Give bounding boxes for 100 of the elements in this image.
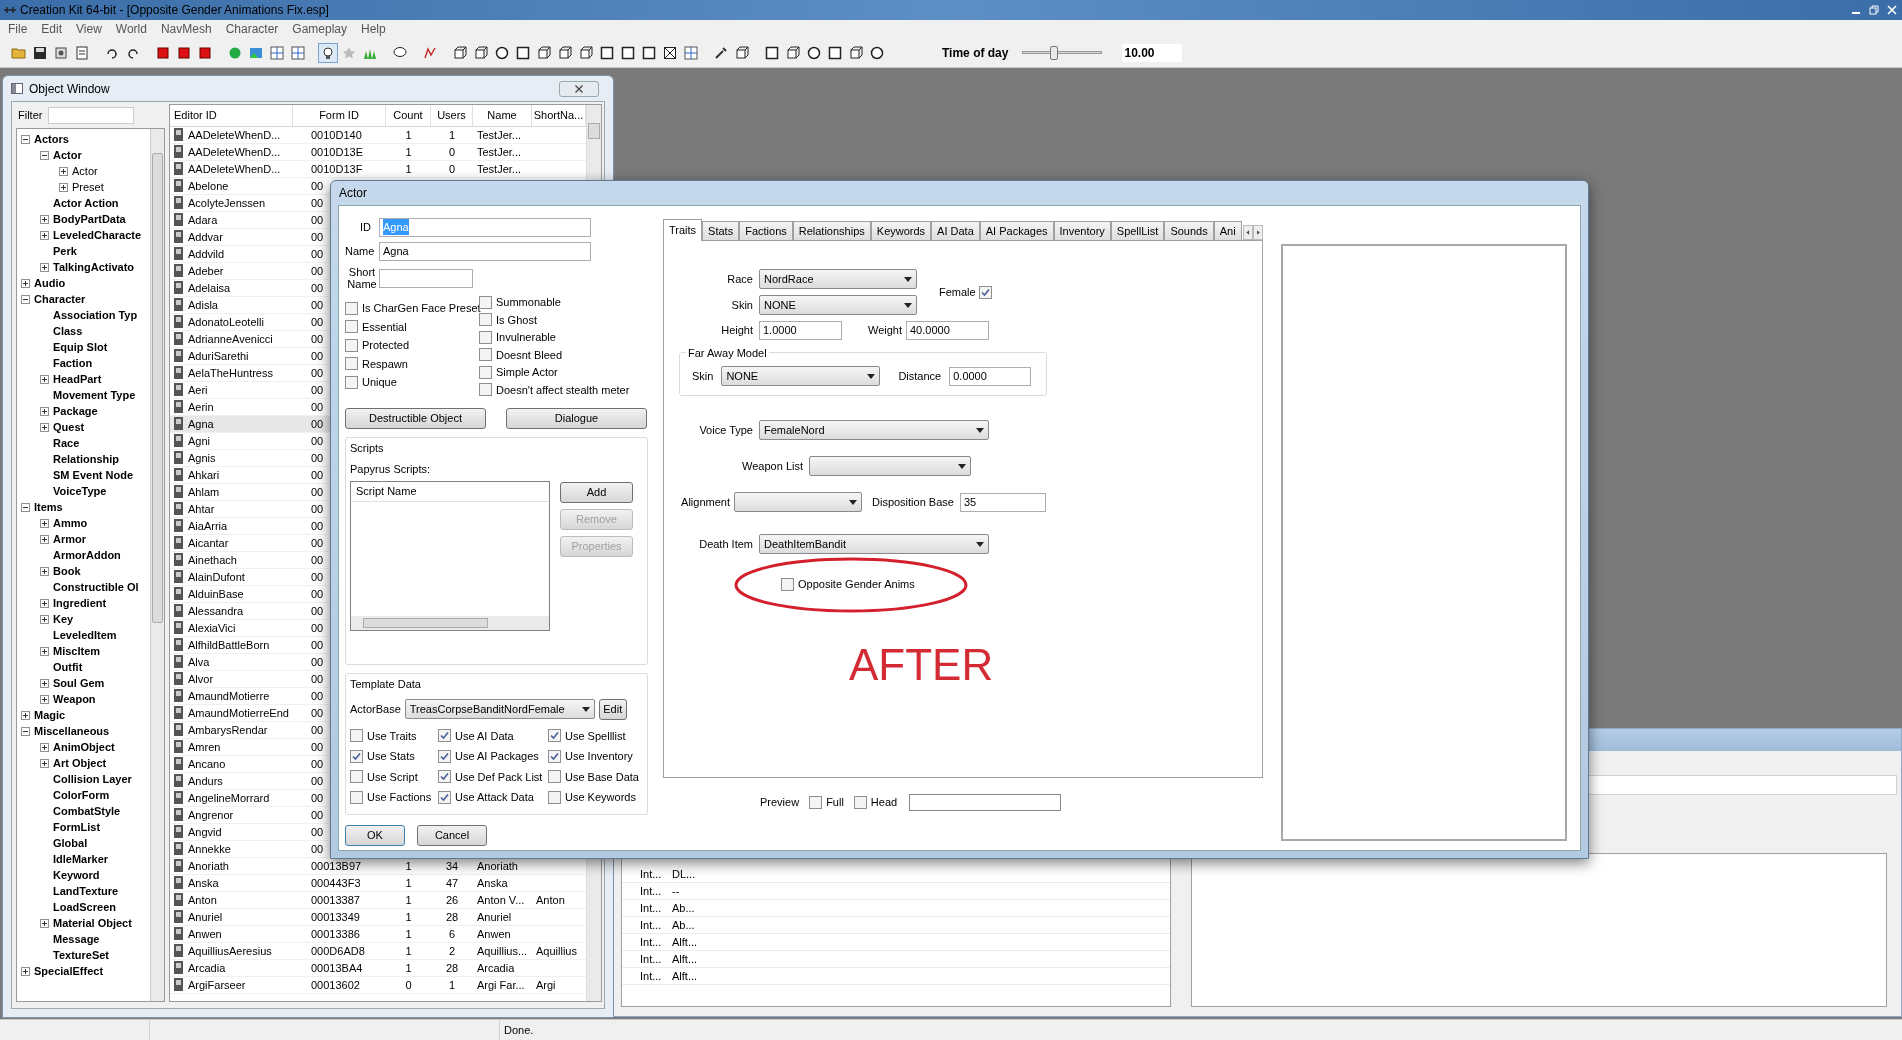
- cube-icon[interactable]: [847, 43, 865, 62]
- collapse-icon[interactable]: [40, 150, 49, 160]
- tree-item[interactable]: Miscellaneous: [34, 722, 110, 740]
- actor-base-dropdown[interactable]: TreasCorpseBanditNordFemale: [404, 699, 595, 719]
- tree-item[interactable]: Quest: [53, 418, 85, 436]
- tab[interactable]: Stats: [702, 221, 740, 240]
- expand-icon[interactable]: [40, 646, 49, 656]
- death-item-dropdown[interactable]: DeathItemBandit: [759, 534, 989, 554]
- weight-field[interactable]: 40.0000: [906, 321, 989, 340]
- list-row[interactable]: Anuriel 00013349 1 28 Anuriel: [170, 909, 586, 926]
- scroll-left-icon[interactable]: [1242, 225, 1253, 240]
- list-row[interactable]: AADeleteWhenD... 0010D13F 1 0 TestJer...: [170, 161, 586, 178]
- tree-item[interactable]: Items: [34, 498, 63, 516]
- tree-item[interactable]: Preset: [72, 178, 104, 196]
- checkbox[interactable]: [438, 749, 451, 763]
- list-row[interactable]: ArgiFarseer 00013602 0 1 Argi Far... Argi: [170, 977, 586, 994]
- checkbox[interactable]: [345, 320, 358, 334]
- column-header[interactable]: Script Name: [351, 482, 549, 502]
- script-list[interactable]: Script Name: [350, 481, 550, 631]
- expand-icon[interactable]: [59, 166, 68, 176]
- collapse-icon[interactable]: [21, 726, 30, 736]
- list-row[interactable]: AADeleteWhenD... 0010D13E 1 0 TestJer...: [170, 144, 586, 161]
- expand-icon[interactable]: [40, 742, 49, 752]
- checkbox[interactable]: [345, 338, 358, 352]
- dialogue-button[interactable]: Dialogue: [506, 408, 647, 429]
- destructible-object-button[interactable]: Destructible Object: [345, 408, 486, 429]
- tree-item[interactable]: Equip Slot: [53, 338, 108, 356]
- tree-item[interactable]: ArmorAddon: [53, 546, 121, 564]
- menu-item[interactable]: World: [115, 20, 147, 38]
- checkbox[interactable]: [479, 313, 492, 327]
- restore-icon[interactable]: [1868, 4, 1880, 16]
- tree-item[interactable]: TalkingActivato: [53, 258, 135, 276]
- tree-item[interactable]: MiscItem: [53, 642, 101, 660]
- column-header[interactable]: Form ID: [293, 105, 386, 126]
- collapse-icon[interactable]: [21, 502, 30, 512]
- weapon-list-dropdown[interactable]: [809, 456, 971, 476]
- checkbox[interactable]: [438, 790, 451, 804]
- tree-item[interactable]: Actor: [53, 146, 82, 164]
- tab[interactable]: Sounds: [1164, 221, 1214, 240]
- scrollbar[interactable]: [150, 129, 164, 1001]
- tree-item[interactable]: Keyword: [53, 866, 100, 884]
- expand-icon[interactable]: [40, 694, 49, 704]
- tree-item[interactable]: LeveledItem: [53, 626, 117, 644]
- tab[interactable]: Relationships: [792, 221, 871, 240]
- tab[interactable]: Traits: [663, 219, 703, 241]
- tree-item[interactable]: Collision Layer: [53, 770, 132, 788]
- checkbox[interactable]: [350, 770, 363, 784]
- light-bulb-icon[interactable]: [319, 43, 337, 62]
- cancel-button[interactable]: Cancel: [417, 825, 487, 846]
- list-row[interactable]: Anska 000443F3 1 47 Anska: [170, 875, 586, 892]
- checkbox[interactable]: [350, 749, 363, 763]
- grid-icon[interactable]: [289, 43, 307, 62]
- expand-icon[interactable]: [40, 406, 49, 416]
- menu-item[interactable]: Help: [361, 20, 386, 38]
- expand-icon[interactable]: [40, 230, 49, 240]
- expand-icon[interactable]: [21, 966, 30, 976]
- edit-button[interactable]: Edit: [598, 698, 627, 720]
- checkbox[interactable]: [853, 796, 867, 809]
- slider-thumb[interactable]: [1050, 45, 1059, 60]
- name-field[interactable]: Agna: [379, 241, 591, 261]
- tree-item[interactable]: Art Object: [53, 754, 107, 772]
- menu-item[interactable]: Character: [225, 20, 279, 38]
- tree-item[interactable]: VoiceType: [53, 482, 107, 500]
- column-header[interactable]: Count: [386, 105, 431, 126]
- expand-icon[interactable]: [40, 918, 49, 928]
- checkbox[interactable]: [479, 295, 492, 309]
- tab[interactable]: Factions: [739, 221, 793, 240]
- distance-field[interactable]: 0.0000: [949, 366, 1032, 386]
- expand-icon[interactable]: [21, 278, 30, 288]
- cube-icon[interactable]: [784, 43, 802, 62]
- checkbox[interactable]: [479, 383, 492, 397]
- tree-item[interactable]: SpecialEffect: [34, 962, 104, 980]
- tree-item[interactable]: Actor: [72, 162, 98, 180]
- cube-icon[interactable]: [472, 43, 490, 62]
- horizontal-scrollbar[interactable]: [351, 616, 549, 630]
- checkbox[interactable]: [548, 749, 561, 763]
- checkbox[interactable]: [345, 357, 358, 371]
- cube-icon[interactable]: [451, 43, 469, 62]
- cube-icon[interactable]: [556, 43, 574, 62]
- tree-item[interactable]: Soul Gem: [53, 674, 105, 692]
- expand-icon[interactable]: [40, 262, 49, 272]
- checkbox[interactable]: [438, 729, 451, 743]
- grid-icon[interactable]: [682, 43, 700, 62]
- tree-item[interactable]: Global: [53, 834, 88, 852]
- expand-icon[interactable]: [40, 678, 49, 688]
- expand-icon[interactable]: [40, 214, 49, 224]
- tree-item[interactable]: LandTexture: [53, 882, 119, 900]
- tree-item[interactable]: Association Typ: [53, 306, 138, 324]
- disposition-base-field[interactable]: 35: [959, 492, 1046, 512]
- tree-item[interactable]: SM Event Node: [53, 466, 134, 484]
- tree-item[interactable]: HeadPart: [53, 370, 102, 388]
- expand-icon[interactable]: [59, 182, 68, 192]
- checkbox[interactable]: [345, 301, 358, 315]
- tree-item[interactable]: Material Object: [53, 914, 132, 932]
- skin-dropdown[interactable]: NONE: [759, 295, 917, 315]
- height-field[interactable]: 1.0000: [759, 321, 842, 340]
- scroll-right-icon[interactable]: [1252, 225, 1263, 240]
- tree-item[interactable]: Message: [53, 930, 100, 948]
- tab[interactable]: AI Data: [931, 221, 980, 240]
- list-row[interactable]: AADeleteWhenD... 0010D140 1 1 TestJer...: [170, 127, 586, 144]
